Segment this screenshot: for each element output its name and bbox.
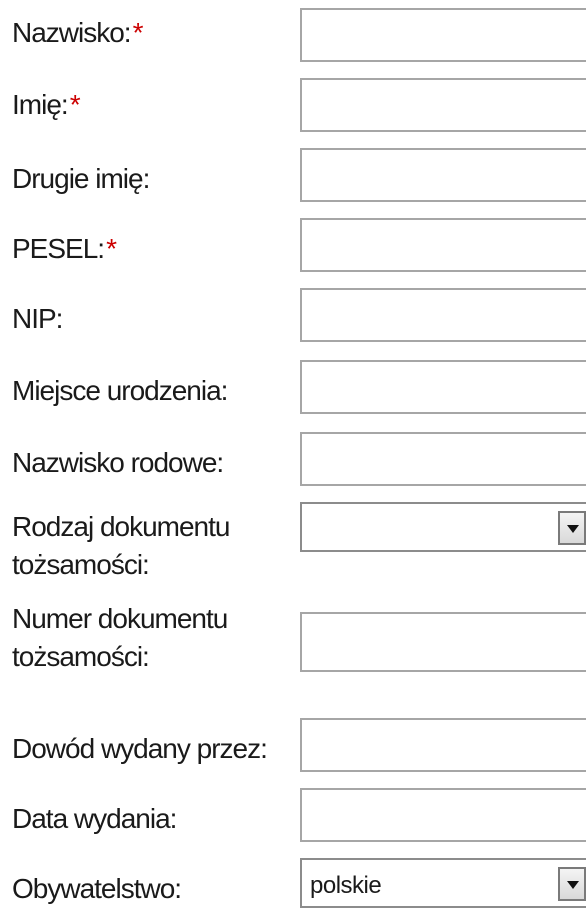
label-text: Data wydania:	[12, 803, 177, 834]
dowod-wydany-przez-input[interactable]	[300, 718, 586, 772]
imie-input[interactable]	[300, 78, 586, 132]
data-wydania-input[interactable]	[300, 788, 586, 842]
nip-input[interactable]	[300, 288, 586, 342]
miejsce-urodzenia-input[interactable]	[300, 360, 586, 414]
selected-value: polskie	[310, 872, 382, 899]
label-text-line1: Numer dokumentu	[12, 603, 228, 634]
dropdown-arrow-button[interactable]	[558, 511, 586, 545]
label-obywatelstwo: Obywatelstwo:	[12, 870, 292, 908]
required-asterisk: *	[69, 89, 81, 120]
label-nazwisko-rodowe: Nazwisko rodowe:	[12, 444, 292, 482]
personal-data-form: Nazwisko:* Imię:* Drugie imię: PESEL:* N…	[0, 0, 586, 916]
label-miejsce-urodzenia: Miejsce urodzenia:	[12, 372, 292, 410]
obywatelstwo-select[interactable]: polskie	[300, 858, 586, 908]
label-text: Imię:	[12, 89, 69, 120]
label-nip: NIP:	[12, 300, 292, 338]
label-nazwisko: Nazwisko:*	[12, 14, 292, 52]
label-text-line2: tożsamości:	[12, 549, 150, 580]
label-text-line2: tożsamości:	[12, 641, 150, 672]
label-pesel: PESEL:*	[12, 230, 292, 268]
required-asterisk: *	[132, 17, 144, 48]
label-numer-dokumentu: Numer dokumentu tożsamości:	[12, 600, 292, 676]
label-dowod-wydany-przez: Dowód wydany przez:	[12, 730, 292, 768]
rodzaj-dokumentu-select[interactable]	[300, 502, 586, 552]
label-text: Obywatelstwo:	[12, 873, 182, 904]
label-text: PESEL:	[12, 233, 105, 264]
label-drugie-imie: Drugie imię:	[12, 160, 292, 198]
numer-dokumentu-input[interactable]	[300, 612, 586, 672]
label-text: Nazwisko:	[12, 17, 132, 48]
label-data-wydania: Data wydania:	[12, 800, 292, 838]
drugie-imie-input[interactable]	[300, 148, 586, 202]
label-text-line1: Rodzaj dokumentu	[12, 511, 230, 542]
required-asterisk: *	[106, 233, 117, 264]
dropdown-arrow-button[interactable]	[558, 867, 586, 901]
label-rodzaj-dokumentu: Rodzaj dokumentu tożsamości:	[12, 508, 292, 584]
label-imie: Imię:*	[12, 86, 292, 124]
nazwisko-input[interactable]	[300, 8, 586, 62]
label-text: NIP:	[12, 303, 63, 334]
triangle-down-icon	[567, 881, 579, 889]
triangle-down-icon	[567, 525, 579, 533]
label-text: Miejsce urodzenia:	[12, 375, 228, 406]
label-text: Nazwisko rodowe:	[12, 447, 224, 478]
label-text: Dowód wydany przez:	[12, 733, 268, 764]
pesel-input[interactable]	[300, 218, 586, 272]
label-text: Drugie imię:	[12, 163, 150, 194]
nazwisko-rodowe-input[interactable]	[300, 432, 586, 486]
